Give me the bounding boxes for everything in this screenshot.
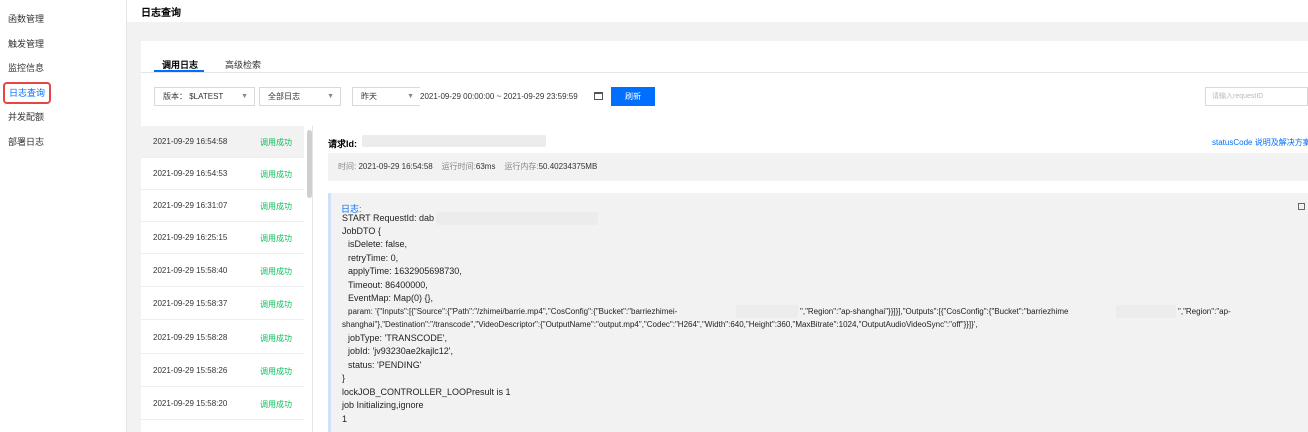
log-line: 1 xyxy=(342,414,348,424)
log-line: job Initializing,ignore xyxy=(342,400,424,410)
copy-icon[interactable] xyxy=(1298,203,1305,210)
log-time: 2021-09-29 16:54:53 xyxy=(153,169,228,178)
log-list-item[interactable]: 2021-09-29 16:25:15 调用成功 xyxy=(141,222,304,254)
log-status: 调用成功 xyxy=(260,300,292,309)
log-list: 2021-09-29 16:54:58 调用成功 2021-09-29 16:5… xyxy=(141,126,313,432)
log-line: Timeout: 86400000, xyxy=(348,280,428,290)
log-status: 调用成功 xyxy=(260,202,292,211)
log-line: jobType: 'TRANSCODE', xyxy=(348,333,447,343)
log-time: 2021-09-29 16:31:07 xyxy=(153,201,228,210)
log-line: param: '{"Inputs":[{"Source":{"Path":"/z… xyxy=(348,307,678,316)
log-list-item[interactable]: 2021-09-29 15:58:28 调用成功 xyxy=(141,322,304,354)
log-line: shanghai"},"Destination":"/transcode","V… xyxy=(342,320,978,329)
chevron-down-icon: ▼ xyxy=(241,93,248,100)
log-type-select-value: 全部日志 xyxy=(268,92,300,101)
tab-divider xyxy=(141,72,1308,73)
log-status: 调用成功 xyxy=(260,367,292,376)
time-label: 时间: xyxy=(338,162,357,171)
version-select-value: 版本： $LATEST xyxy=(163,92,224,101)
invocation-meta: 时间: 2021-09-29 16:54:58 运行时间:63ms 运行内存:5… xyxy=(328,153,1308,181)
time-range-select[interactable]: 昨天 ▼ xyxy=(352,87,420,106)
redacted-text xyxy=(736,305,798,318)
sidebar-item-concurrency[interactable]: 并发配额 xyxy=(8,110,44,124)
log-list-item[interactable]: 2021-09-29 15:58:20 调用成功 xyxy=(141,388,304,420)
log-line: lockJOB_CONTROLLER_LOOPresult is 1 xyxy=(342,387,511,397)
time-range-select-value: 昨天 xyxy=(361,92,377,101)
log-time: 2021-09-29 15:58:40 xyxy=(153,266,228,275)
log-line: jobId: 'jv93230ae2kajlc12', xyxy=(348,346,454,356)
log-line: status: 'PENDING' xyxy=(348,360,422,370)
log-status: 调用成功 xyxy=(260,234,292,243)
log-line: EventMap: Map(0) {}, xyxy=(348,293,434,303)
log-line: retryTime: 0, xyxy=(348,253,399,263)
sidebar-item-deploy-logs[interactable]: 部署日志 xyxy=(8,135,44,149)
log-time: 2021-09-29 15:58:20 xyxy=(153,399,228,408)
sidebar-item-log-query[interactable]: 日志查询 xyxy=(3,82,52,104)
log-status: 调用成功 xyxy=(260,267,292,276)
chevron-down-icon: ▼ xyxy=(327,93,334,100)
date-range-value: 2021-09-29 00:00:00 ~ 2021-09-29 23:59:5… xyxy=(420,92,578,101)
log-time: 2021-09-29 15:58:28 xyxy=(153,333,228,342)
log-time: 2021-09-29 16:54:58 xyxy=(153,137,228,146)
log-line: } xyxy=(342,373,346,383)
memory-value: 50.40234375MB xyxy=(538,162,598,171)
sidebar-item-functions[interactable]: 函数管理 xyxy=(8,12,44,26)
log-line: JobDTO { xyxy=(342,226,381,236)
log-line: isDelete: false, xyxy=(348,239,408,249)
status-code-help-link[interactable]: statusCode 说明及解决方案 xyxy=(1212,137,1308,148)
log-line: ","Region":"ap- xyxy=(1178,307,1231,316)
log-list-item[interactable]: 2021-09-29 15:58:40 调用成功 xyxy=(141,255,304,287)
log-time: 2021-09-29 16:25:15 xyxy=(153,233,228,242)
log-status: 调用成功 xyxy=(260,400,292,409)
log-line: applyTime: 1632905698730, xyxy=(348,266,462,276)
log-time: 2021-09-29 15:58:37 xyxy=(153,299,228,308)
page-header xyxy=(127,0,1308,22)
log-list-item[interactable]: 2021-09-29 16:31:07 调用成功 xyxy=(141,190,304,222)
version-select[interactable]: 版本： $LATEST ▼ xyxy=(154,87,255,106)
log-status: 调用成功 xyxy=(260,170,292,179)
redacted-request-id xyxy=(362,135,546,147)
sidebar: 函数管理 触发管理 监控信息 日志查询 并发配额 部署日志 xyxy=(0,0,127,432)
log-status: 调用成功 xyxy=(260,138,292,147)
sidebar-item-monitoring[interactable]: 监控信息 xyxy=(8,61,44,75)
refresh-button[interactable]: 刷新 xyxy=(611,87,655,106)
redacted-text xyxy=(1116,305,1176,318)
date-range-picker[interactable]: 2021-09-29 00:00:00 ~ 2021-09-29 23:59:5… xyxy=(420,87,606,106)
log-line: START RequestId: dab xyxy=(342,213,435,223)
log-list-scrollbar[interactable] xyxy=(307,130,312,198)
sidebar-item-triggers[interactable]: 触发管理 xyxy=(8,37,44,51)
log-type-select[interactable]: 全部日志 ▼ xyxy=(259,87,341,106)
page-title: 日志查询 xyxy=(141,8,181,19)
calendar-icon[interactable] xyxy=(594,92,603,100)
log-status: 调用成功 xyxy=(260,334,292,343)
request-id-label: 请求Id: xyxy=(328,139,357,149)
log-time: 2021-09-29 15:58:26 xyxy=(153,366,228,375)
redacted-text xyxy=(436,212,598,225)
log-list-item[interactable]: 2021-09-29 16:54:53 调用成功 xyxy=(141,158,304,190)
duration-label: 运行时间: xyxy=(441,162,476,171)
time-value: 2021-09-29 16:54:58 xyxy=(358,162,433,171)
log-list-item[interactable]: 2021-09-29 15:58:37 调用成功 xyxy=(141,288,304,320)
tab-advanced-search[interactable]: 高级检索 xyxy=(225,58,261,71)
chevron-down-icon: ▼ xyxy=(407,93,414,100)
log-list-item[interactable]: 2021-09-29 15:58:26 调用成功 xyxy=(141,355,304,387)
log-line: ","Region":"ap-shanghai"}}]}],"Outputs":… xyxy=(800,307,1069,316)
request-id-search-input[interactable]: 请输入requestID xyxy=(1205,87,1308,106)
memory-label: 运行内存: xyxy=(504,162,539,171)
duration-value: 63ms xyxy=(475,162,496,171)
log-list-item[interactable]: 2021-09-29 16:54:58 调用成功 xyxy=(141,126,304,158)
